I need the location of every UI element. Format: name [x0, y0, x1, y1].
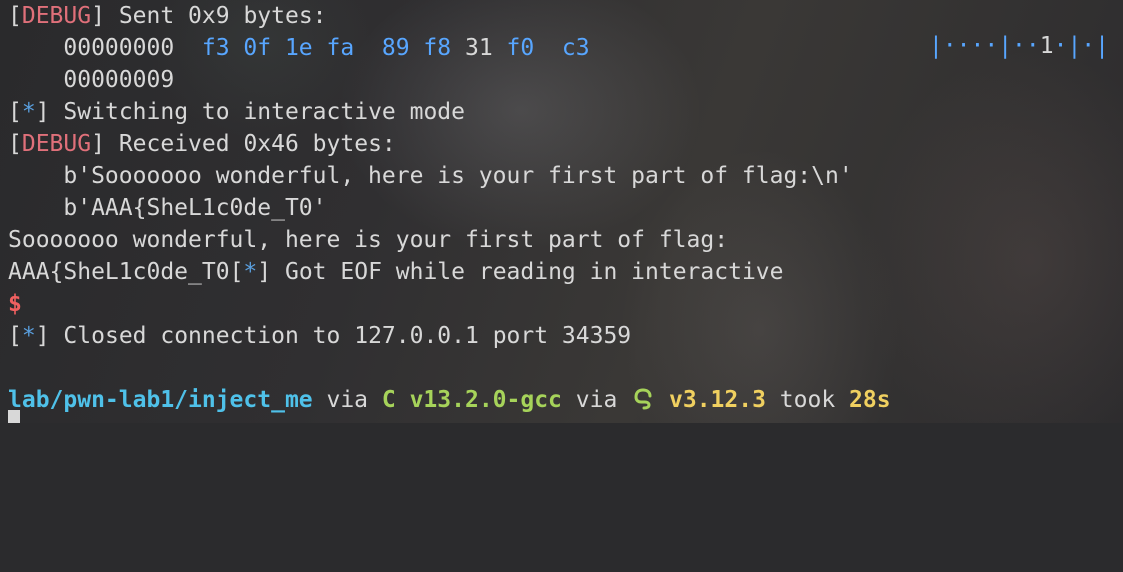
- interactive-prompt: $: [8, 291, 22, 317]
- current-path: lab/pwn-lab1/inject_me: [8, 387, 313, 413]
- terminal-cursor[interactable]: [8, 410, 20, 423]
- c-toolchain-version: C v13.2.0-gcc: [381, 387, 562, 413]
- received-bytes-line-2: b'AAA{SheL1c0de_T0': [8, 195, 327, 221]
- debug-tag: DEBUG: [21, 131, 92, 157]
- debug-received-line: [DEBUG] Received 0x46 bytes:: [8, 131, 396, 157]
- debug-sent-line: [DEBUG] Sent 0x9 bytes:: [8, 3, 327, 29]
- python-icon: [631, 387, 655, 413]
- program-output-line: Sooooooo wonderful, here is your first p…: [8, 227, 729, 253]
- debug-tag: DEBUG: [21, 3, 92, 29]
- hexdump-end-offset: 00000009: [63, 67, 175, 93]
- terminal-output: [DEBUG] Sent 0x9 bytes: 00000000 f3 0f 1…: [8, 0, 891, 572]
- shell-prompt-line: lab/pwn-lab1/inject_me via C v13.2.0-gcc…: [8, 387, 891, 413]
- python-version: v3.12.3: [669, 387, 766, 413]
- info-tag: *: [21, 323, 36, 349]
- info-tag: *: [21, 99, 36, 125]
- received-bytes-line-1: b'Sooooooo wonderful, here is your first…: [8, 163, 853, 189]
- flag-eof-line: AAA{SheL1c0de_T0[*] Got EOF while readin…: [8, 259, 784, 285]
- info-tag: *: [243, 259, 258, 285]
- hexdump-ascii-column: |····|··1·|·|: [928, 33, 1109, 59]
- switching-interactive-line: [*] Switching to interactive mode: [8, 99, 465, 125]
- closed-connection-line: [*] Closed connection to 127.0.0.1 port …: [8, 323, 632, 349]
- command-duration: 28s: [849, 387, 891, 413]
- hexdump-line: 00000000 f3 0f 1e fa 89 f8 31 f0 c3: [63, 35, 590, 61]
